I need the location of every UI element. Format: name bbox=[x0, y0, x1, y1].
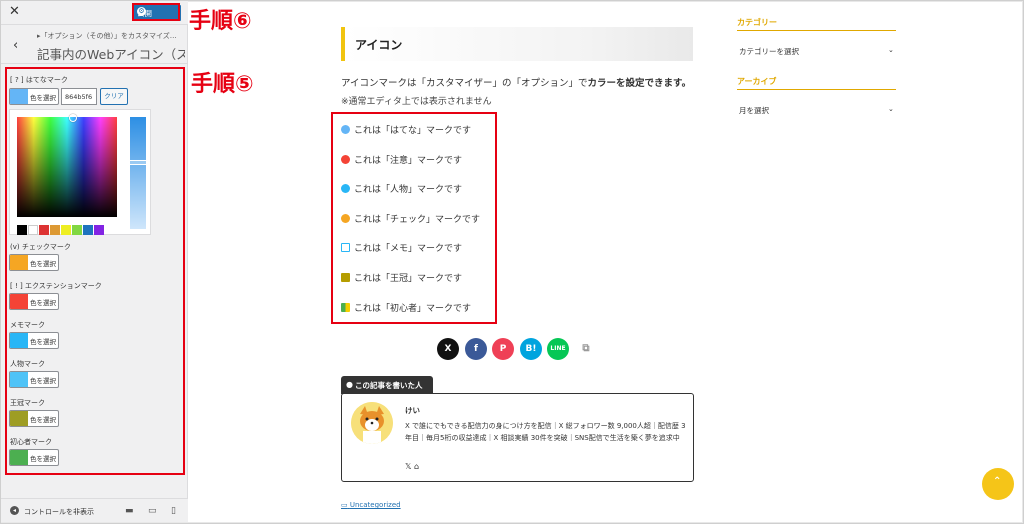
note-paragraph: ※通常エディタ上では表示されません bbox=[341, 97, 492, 107]
icon-row-person: これは「人物」マークです bbox=[341, 182, 462, 195]
divider bbox=[737, 89, 896, 90]
divider bbox=[737, 30, 896, 31]
facebook-share-button[interactable]: f bbox=[465, 338, 487, 360]
close-icon[interactable]: ✕ bbox=[9, 4, 20, 19]
step6-annotation: 手順⑥ bbox=[189, 9, 252, 34]
icon-row-text: これは「王冠」マークです bbox=[354, 274, 463, 284]
chevron-down-icon[interactable]: ⌄ bbox=[888, 46, 894, 54]
shiba-avatar-icon bbox=[351, 402, 393, 444]
icon-row-check: これは「チェック」マークです bbox=[341, 212, 480, 225]
folder-icon: ▭ bbox=[341, 501, 348, 509]
author-name: けい bbox=[405, 406, 420, 415]
icon-row-caution: これは「注意」マークです bbox=[341, 153, 462, 166]
icon-row-text: これは「はてな」マークです bbox=[354, 126, 472, 136]
breadcrumb: ▸「オプション（その他）」をカスタマイズ… bbox=[37, 32, 177, 40]
step5-annotation: 手順⑤ bbox=[191, 72, 254, 97]
beginner-icon bbox=[341, 303, 350, 312]
chevron-left-icon[interactable]: ‹ bbox=[13, 38, 18, 53]
step6-highlight bbox=[132, 3, 180, 21]
icon-row-crown: これは「王冠」マークです bbox=[341, 271, 462, 284]
x-icon[interactable]: 𝕏 bbox=[405, 462, 411, 471]
archive-widget-title: アーカイブ bbox=[737, 77, 777, 86]
person-icon bbox=[341, 184, 350, 193]
intro-bold: カラーを設定できます。 bbox=[587, 78, 692, 89]
category-link[interactable]: ▭ Uncategorized bbox=[341, 501, 401, 509]
question-icon bbox=[341, 125, 350, 134]
category-text: Uncategorized bbox=[349, 501, 401, 509]
hide-controls-button[interactable]: コントロールを非表示 bbox=[24, 507, 94, 517]
icon-row-memo: これは「メモ」マークです bbox=[341, 241, 462, 254]
collapse-icon[interactable]: ◂ bbox=[10, 506, 19, 515]
memo-icon bbox=[341, 243, 350, 252]
step5-highlight bbox=[5, 67, 185, 475]
x-share-button[interactable]: X bbox=[437, 338, 459, 360]
tablet-icon[interactable]: ▭ bbox=[148, 506, 157, 516]
icon-row-text: これは「初心者」マークです bbox=[354, 304, 472, 314]
heading-text: アイコン bbox=[355, 38, 403, 52]
exclamation-icon bbox=[341, 155, 350, 164]
hide-controls-bar: ◂ コントロールを非表示 ▬ ▭ ▯ bbox=[1, 498, 188, 522]
icon-row-text: これは「チェック」マークです bbox=[354, 215, 481, 225]
author-tab: ● この記事を書いた人 bbox=[341, 376, 433, 394]
author-tab-label: この記事を書いた人 bbox=[355, 381, 423, 390]
avatar bbox=[351, 402, 393, 444]
intro-paragraph: アイコンマークは「カスタマイザー」の「オプション」でカラーを設定できます。 bbox=[341, 75, 691, 89]
category-select[interactable]: カテゴリーを選択 bbox=[739, 46, 799, 57]
intro-text: アイコンマークは「カスタマイザー」の「オプション」で bbox=[341, 78, 588, 89]
icon-row-hatena: これは「はてな」マークです bbox=[341, 123, 471, 136]
hatena-share-button[interactable]: B! bbox=[520, 338, 542, 360]
mobile-icon[interactable]: ▯ bbox=[171, 506, 176, 516]
icon-row-text: これは「注意」マークです bbox=[354, 156, 463, 166]
copy-icon[interactable]: ⧉ bbox=[575, 338, 597, 360]
author-social-links: 𝕏 ⌂ bbox=[405, 462, 419, 471]
crown-icon bbox=[341, 273, 350, 282]
scroll-top-button[interactable]: ⌃ bbox=[982, 468, 1014, 500]
pocket-share-button[interactable]: P bbox=[492, 338, 514, 360]
icon-row-text: これは「人物」マークです bbox=[354, 185, 463, 195]
check-icon bbox=[341, 214, 350, 223]
icon-row-beginner: これは「初心者」マークです bbox=[341, 301, 471, 314]
archive-select[interactable]: 月を選択 bbox=[739, 105, 769, 116]
section-heading: アイコン bbox=[341, 27, 693, 61]
person-icon: ● bbox=[346, 380, 353, 389]
chevron-up-icon: ⌃ bbox=[993, 476, 1002, 487]
chevron-down-icon[interactable]: ⌄ bbox=[888, 105, 894, 113]
author-description: X で誰にでもできる配信力の身につけ方を配信｜X 総フォロワー数 9,000人超… bbox=[405, 422, 686, 442]
line-share-button[interactable]: LINE bbox=[547, 338, 569, 360]
icon-row-text: これは「メモ」マークです bbox=[354, 244, 463, 254]
category-widget-title: カテゴリー bbox=[737, 18, 777, 27]
home-icon[interactable]: ⌂ bbox=[414, 462, 419, 471]
page-title: 記事内のWebアイコン（ス… bbox=[37, 47, 185, 62]
desktop-icon[interactable]: ▬ bbox=[125, 506, 134, 516]
section-header: ‹ ▸「オプション（その他）」をカスタマイズ… 記事内のWebアイコン（ス… bbox=[1, 26, 188, 64]
